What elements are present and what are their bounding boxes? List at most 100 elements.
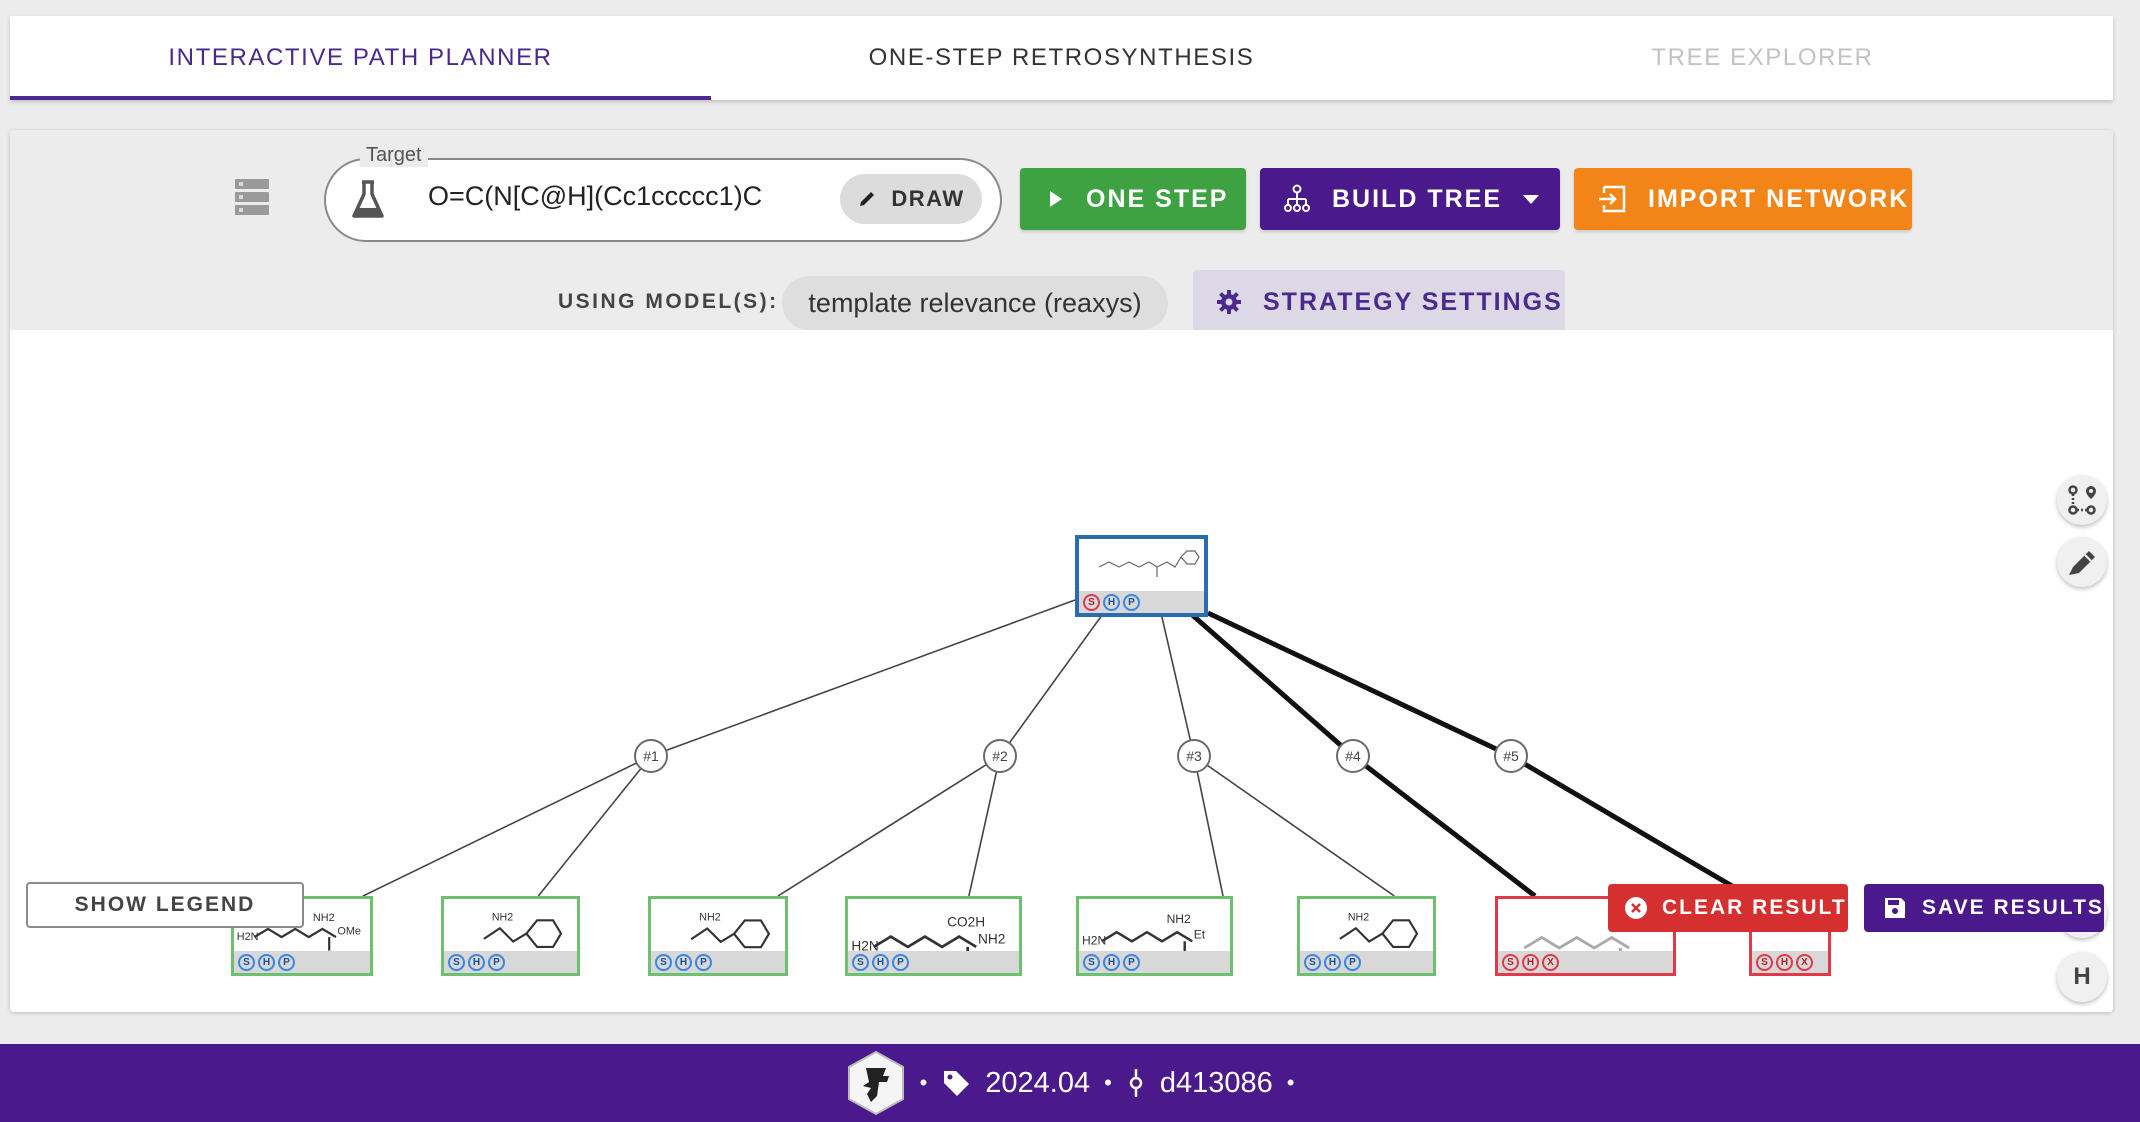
edge-reaction-to-precursor [968, 755, 1001, 897]
clear-result-button[interactable]: CLEAR RESULT [1608, 884, 1848, 932]
reaction-node[interactable]: #3 [1177, 739, 1211, 773]
edge-target-to-reaction [1206, 610, 1513, 759]
reaction-node[interactable]: #4 [1336, 739, 1370, 773]
badge-h[interactable]: H [1103, 593, 1120, 611]
edge-reaction-to-precursor [1193, 755, 1395, 897]
badge-h[interactable]: H [1324, 953, 1341, 971]
badge-x[interactable]: X [1796, 953, 1813, 971]
atom-label: H2N [1082, 933, 1106, 947]
badge-h[interactable]: H [872, 953, 889, 971]
version-label: 2024.04 [985, 1066, 1091, 1099]
one-step-button[interactable]: ONE STEP [1020, 168, 1246, 230]
reaction-node[interactable]: #1 [634, 739, 668, 773]
model-row: USING MODEL(S): template relevance (reax… [10, 270, 2113, 334]
commit-icon [1129, 1069, 1143, 1097]
badge-h[interactable]: H [1103, 953, 1120, 971]
target-node[interactable]: SHP [1075, 535, 1208, 617]
reaction-node[interactable]: #2 [983, 739, 1017, 773]
atom-label: NH2 [313, 912, 335, 924]
badge-x[interactable]: X [1542, 953, 1559, 971]
badge-h[interactable]: H [675, 953, 692, 971]
badge-p[interactable]: P [1123, 593, 1140, 611]
atom-label: OMe [337, 925, 361, 937]
precursor-node[interactable]: H2N NH2 Et S H P [1076, 896, 1233, 976]
model-chip[interactable]: template relevance (reaxys) [782, 276, 1168, 330]
node-badges: SHP [444, 951, 577, 973]
badge-s[interactable]: S [1083, 593, 1100, 611]
node-badges: SHP [651, 951, 785, 973]
build-tree-button[interactable]: BUILD TREE [1260, 168, 1560, 230]
flask-icon [352, 180, 384, 218]
caret-down-icon[interactable] [1516, 188, 1546, 210]
target-label: Target [360, 144, 428, 167]
tab-bar: INTERACTIVE PATH PLANNER ONE-STEP RETROS… [10, 16, 2113, 100]
badge-p[interactable]: P [1123, 953, 1140, 971]
edge-reaction-to-precursor [1193, 755, 1224, 897]
sitemap-icon [1284, 184, 1310, 212]
strategy-settings-button[interactable]: STRATEGY SETTINGS [1193, 270, 1565, 334]
target-smiles-input[interactable] [426, 180, 820, 213]
separator: • [919, 1070, 928, 1095]
badge-s[interactable]: S [655, 953, 672, 971]
highlighter-icon[interactable] [2057, 537, 2107, 587]
route-icon[interactable] [2057, 475, 2107, 525]
node-badges: SHP [1079, 591, 1204, 613]
badge-s[interactable]: S [448, 953, 465, 971]
badge-s[interactable]: S [238, 953, 255, 971]
import-network-button[interactable]: IMPORT NETWORK [1574, 168, 1912, 230]
toolbar: Target DRAW ONE STEP BUILD TRE [10, 130, 2113, 334]
draw-button[interactable]: DRAW [840, 174, 982, 224]
target-field: Target DRAW [324, 144, 1002, 242]
model-label: USING MODEL(S): [558, 290, 779, 313]
badge-p[interactable]: P [695, 953, 712, 971]
atom-label: NH2 [699, 911, 720, 923]
commit-label: d413086 [1159, 1066, 1273, 1099]
tab-one-step-retrosynthesis[interactable]: ONE-STEP RETROSYNTHESIS [711, 16, 1412, 100]
reaction-node[interactable]: #5 [1494, 739, 1528, 773]
badge-s[interactable]: S [1083, 953, 1100, 971]
badge-h[interactable]: H [258, 953, 275, 971]
edge-reaction-to-precursor [537, 755, 652, 897]
edge-target-to-reaction [1157, 599, 1195, 757]
pencil-icon [860, 192, 875, 206]
precursor-node[interactable]: NH2 S H P [648, 896, 788, 976]
save-results-button[interactable]: SAVE RESULTS [1864, 884, 2104, 932]
play-icon [1050, 191, 1062, 207]
atom-label: CO2H [947, 914, 985, 929]
badge-h[interactable]: H [1776, 953, 1793, 971]
gear-icon [1217, 290, 1241, 314]
edge-reaction-to-precursor [1351, 754, 1537, 898]
badge-h[interactable]: H [1522, 953, 1539, 971]
badge-p[interactable]: P [278, 953, 295, 971]
badge-s[interactable]: S [1502, 953, 1519, 971]
planner-panel: Target DRAW ONE STEP BUILD TRE [10, 130, 2113, 1012]
atom-label: H2N [237, 931, 259, 943]
badge-p[interactable]: P [488, 953, 505, 971]
node-badges: SHP [1300, 951, 1433, 973]
floppy-disk-icon [1885, 898, 1905, 918]
hierarchy-toggle-button[interactable]: H [2057, 952, 2107, 1002]
import-network-label: IMPORT NETWORK [1648, 184, 1910, 213]
node-badges: SHP [848, 951, 1019, 973]
one-step-label: ONE STEP [1086, 184, 1229, 213]
badge-h[interactable]: H [468, 953, 485, 971]
tag-icon [944, 1071, 970, 1096]
edge-reaction-to-precursor [777, 755, 1001, 897]
strategy-settings-label: STRATEGY SETTINGS [1263, 287, 1563, 316]
badge-p[interactable]: P [1344, 953, 1361, 971]
menu-list-icon[interactable] [235, 176, 275, 222]
molecule-structure [1098, 550, 1200, 577]
precursor-node[interactable]: NH2 S H P [1297, 896, 1436, 976]
show-legend-button[interactable]: SHOW LEGEND [26, 882, 304, 928]
hierarchy-label: H [2073, 963, 2091, 990]
badge-s[interactable]: S [852, 953, 869, 971]
badge-p[interactable]: P [892, 953, 909, 971]
precursor-node[interactable]: H2N CO2H NH2 S H P [845, 896, 1022, 976]
precursor-node[interactable]: NH2 S H P [441, 896, 580, 976]
badge-s[interactable]: S [1304, 953, 1321, 971]
tab-tree-explorer: TREE EXPLORER [1651, 44, 1874, 71]
badge-s[interactable]: S [1756, 953, 1773, 971]
close-circle-icon [1625, 897, 1647, 919]
tab-interactive-path-planner[interactable]: INTERACTIVE PATH PLANNER [10, 16, 711, 100]
separator: • [1286, 1070, 1295, 1095]
